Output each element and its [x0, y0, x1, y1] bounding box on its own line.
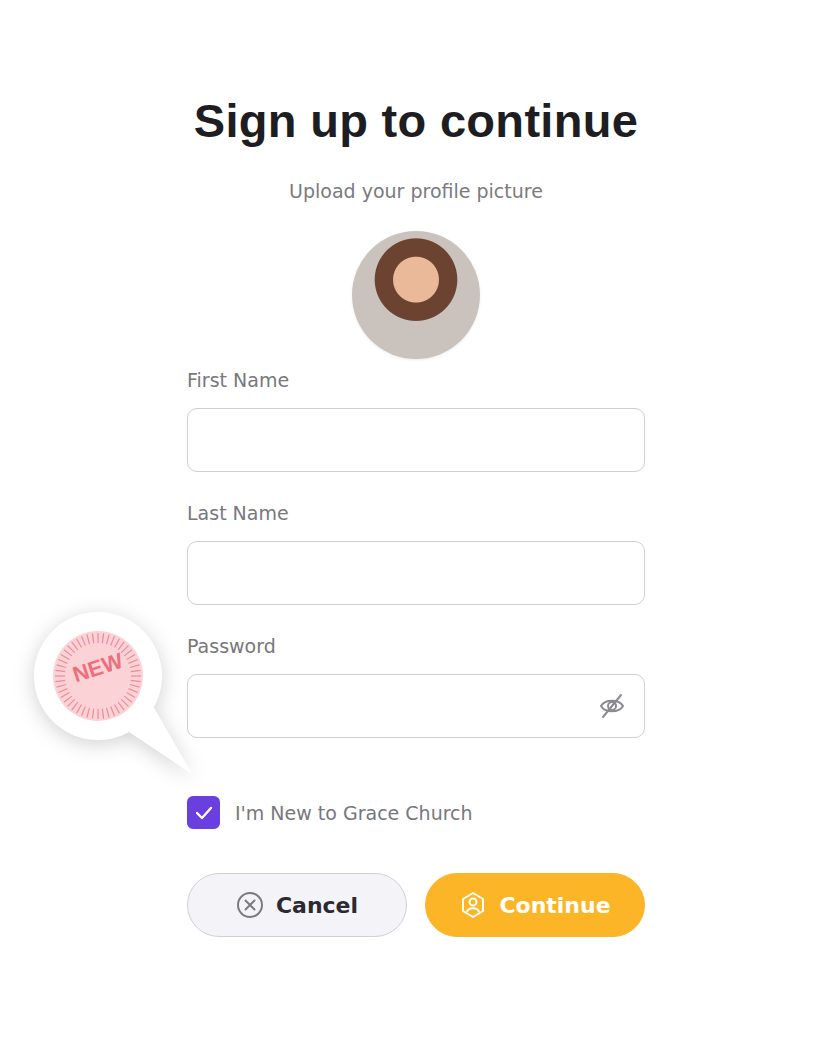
- close-circle-icon: [236, 891, 264, 919]
- new-member-checkbox[interactable]: [187, 796, 220, 829]
- field-group: Password: [187, 633, 645, 738]
- button-label: Cancel: [276, 893, 358, 918]
- upload-hint: Upload your profile picture: [289, 178, 543, 204]
- input-field[interactable]: [187, 541, 645, 605]
- field-label: Password: [187, 633, 645, 659]
- new-badge: [20, 596, 220, 786]
- page-title: Sign up to continue: [194, 92, 638, 150]
- profile-picture[interactable]: [352, 231, 480, 359]
- field-group: Last Name: [187, 500, 645, 605]
- check-icon: [194, 804, 214, 822]
- signup-page: Sign up to continue Upload your profile p…: [0, 0, 832, 1040]
- button-label: Continue: [499, 893, 610, 918]
- input-field[interactable]: [187, 408, 645, 472]
- input-field[interactable]: [187, 674, 645, 738]
- field-label: First Name: [187, 367, 645, 393]
- signup-form: First Name Last Name Password I'm New to Gr…: [187, 367, 645, 937]
- checkbox-row: I'm New to Grace Church: [187, 796, 645, 829]
- field-group: First Name: [187, 367, 645, 472]
- cancel-button[interactable]: Cancel: [187, 873, 407, 937]
- text-input[interactable]: [206, 695, 598, 718]
- text-input[interactable]: [206, 429, 626, 452]
- checkbox-label[interactable]: I'm New to Grace Church: [235, 800, 473, 826]
- signup-form-container: Sign up to continue Upload your profile p…: [0, 0, 832, 937]
- field-label: Last Name: [187, 500, 645, 526]
- continue-button[interactable]: Continue: [425, 873, 645, 937]
- button-row: Cancel Continue: [187, 873, 645, 937]
- eye-slash-icon[interactable]: [598, 691, 626, 721]
- user-icon: [459, 891, 487, 919]
- text-input[interactable]: [206, 562, 626, 585]
